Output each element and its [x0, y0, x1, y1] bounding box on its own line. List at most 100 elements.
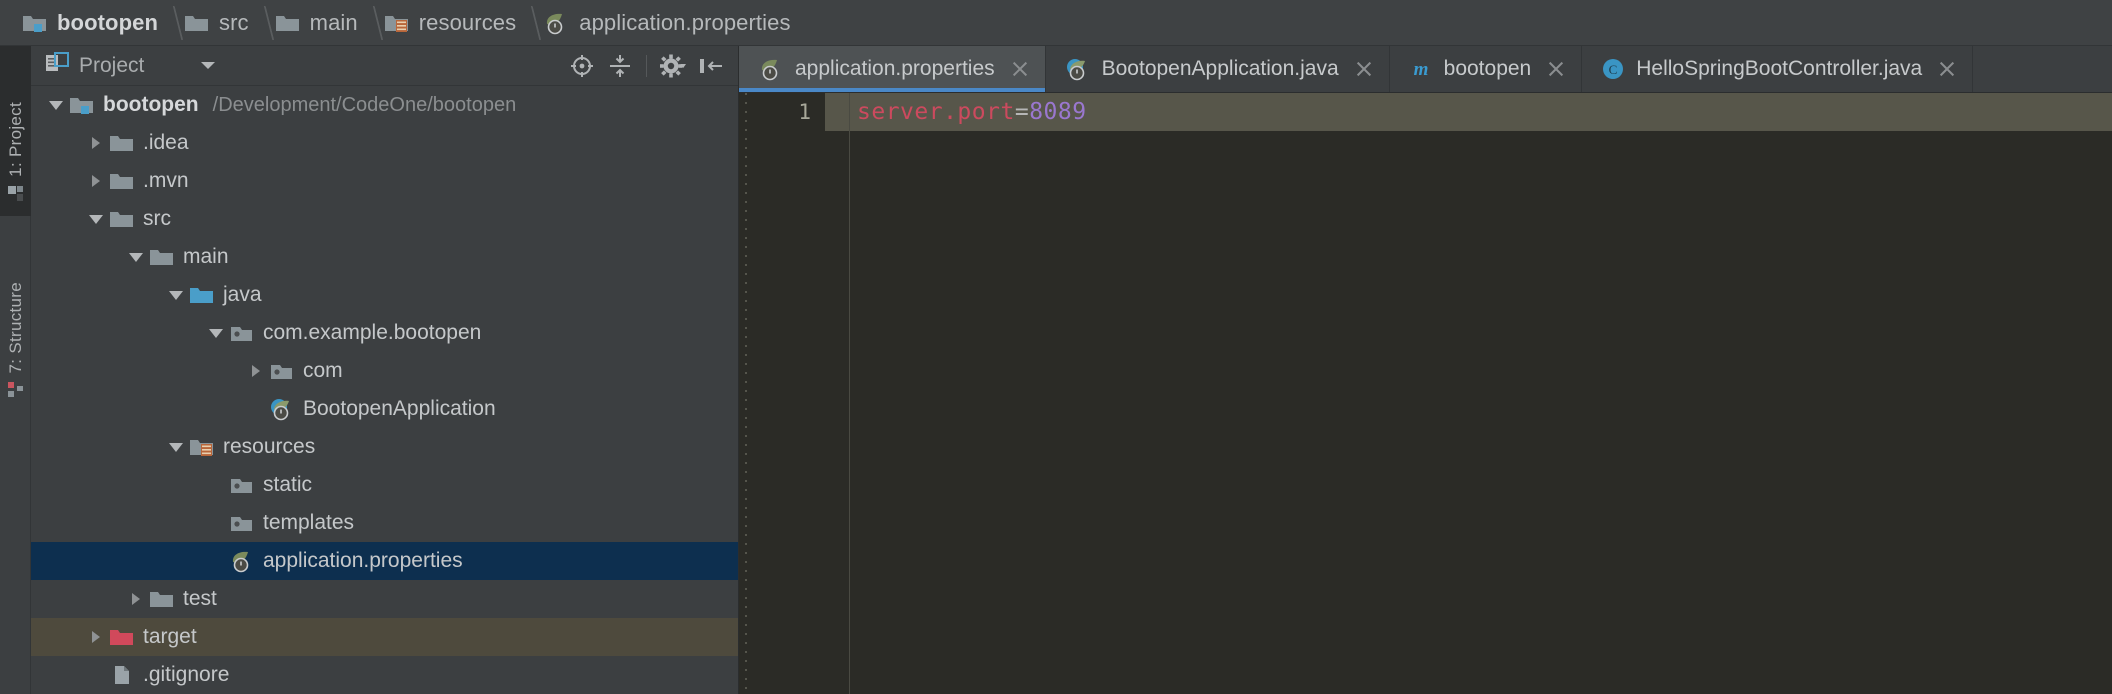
- tree-row[interactable]: application.properties: [31, 542, 738, 580]
- editor-tab[interactable]: BootopenApplication.java: [1046, 46, 1390, 92]
- project-tool-window: Project bootopen /Development/CodeOne/bo…: [31, 46, 739, 694]
- ide-window: bootopen src main resources application.…: [0, 0, 2112, 694]
- breadcrumb-label: application.properties: [579, 9, 791, 35]
- folder-icon: [109, 132, 135, 154]
- svg-text:m: m: [1413, 59, 1428, 80]
- tree-row[interactable]: bootopen/Development/CodeOne/bootopen: [31, 86, 738, 124]
- project-window-icon: [7, 185, 24, 207]
- tree-node-label: test: [183, 587, 217, 610]
- tree-arrow-placeholder: [85, 656, 107, 694]
- close-icon[interactable]: [1011, 60, 1029, 78]
- breadcrumb-item-project[interactable]: bootopen: [22, 0, 158, 46]
- tab-label: bootopen: [1443, 57, 1532, 80]
- tree-row[interactable]: target: [31, 618, 738, 656]
- tree-arrow-placeholder: [245, 390, 267, 428]
- hide-panel-icon[interactable]: [692, 49, 730, 83]
- editor-vertical-rule: [849, 93, 850, 694]
- expand-arrow-icon[interactable]: [245, 352, 267, 390]
- tree-node-label: .mvn: [143, 169, 189, 192]
- editor-tab[interactable]: application.properties: [739, 46, 1046, 92]
- settings-gear-icon[interactable]: [654, 49, 692, 83]
- package-icon: [229, 512, 255, 534]
- close-icon[interactable]: [1938, 60, 1956, 78]
- toolbar-divider: [646, 54, 647, 77]
- collapse-arrow-icon[interactable]: [165, 276, 187, 314]
- editor-area: application.properties BootopenApplicatio…: [739, 46, 2112, 694]
- project-view-selector[interactable]: Project: [45, 52, 216, 79]
- tab-file-icon: C: [1600, 57, 1626, 81]
- tree-node-label: bootopen: [103, 93, 199, 116]
- project-view-icon: [45, 52, 69, 79]
- code-editor[interactable]: 1 server.port = 8089: [739, 93, 2112, 694]
- tree-node-label: target: [143, 625, 197, 648]
- tree-node-icon: [227, 474, 257, 496]
- tree-node-label: static: [263, 473, 313, 496]
- tree-row[interactable]: static: [31, 466, 738, 504]
- tree-row[interactable]: BootopenApplication: [31, 390, 738, 428]
- tree-node-label: .gitignore: [143, 663, 230, 686]
- editor-tab[interactable]: C HelloSpringBootController.java: [1582, 46, 1974, 92]
- collapse-all-icon[interactable]: [601, 49, 639, 83]
- tree-node-icon: [107, 208, 137, 230]
- tree-row[interactable]: .mvn: [31, 162, 738, 200]
- expand-arrow-icon[interactable]: [85, 124, 107, 162]
- module-folder-icon: [22, 12, 48, 34]
- project-tree[interactable]: bootopen/Development/CodeOne/bootopen .id…: [31, 86, 738, 694]
- tree-row[interactable]: test: [31, 580, 738, 618]
- breadcrumb-label: resources: [418, 9, 517, 35]
- tree-row[interactable]: main: [31, 238, 738, 276]
- breadcrumb-item-main[interactable]: main: [275, 0, 358, 46]
- chevron-down-icon[interactable]: [200, 57, 216, 75]
- spring-class-icon: [1064, 57, 1092, 81]
- sidebar-item-structure[interactable]: 7: Structure: [0, 222, 31, 412]
- tree-node-label: com.example.bootopen: [263, 321, 482, 344]
- close-icon[interactable]: [1355, 60, 1373, 78]
- tree-node-icon: [227, 322, 257, 344]
- expand-arrow-icon[interactable]: [85, 618, 107, 656]
- breadcrumb-label: main: [309, 9, 358, 35]
- tree-node-label: BootopenApplication: [303, 397, 496, 420]
- breadcrumb-separator: [158, 0, 184, 46]
- tree-node-icon: [187, 436, 217, 458]
- breadcrumb-item-file[interactable]: application.properties: [542, 0, 790, 46]
- collapse-arrow-icon[interactable]: [125, 238, 147, 276]
- structure-window-icon: [7, 381, 24, 403]
- tree-node-label: src: [143, 207, 171, 230]
- tree-row[interactable]: resources: [31, 428, 738, 466]
- locate-icon[interactable]: [563, 49, 601, 83]
- breadcrumb-separator: [516, 0, 542, 46]
- editor-gutter[interactable]: [739, 93, 825, 694]
- tree-row[interactable]: templates: [31, 504, 738, 542]
- tree-row[interactable]: com.example.bootopen: [31, 314, 738, 352]
- breadcrumb-item-src[interactable]: src: [184, 0, 249, 46]
- tree-node-icon: [67, 94, 97, 116]
- tree-row[interactable]: com: [31, 352, 738, 390]
- tree-node-icon: [107, 170, 137, 192]
- editor-tab[interactable]: m bootopen: [1390, 46, 1583, 92]
- breadcrumb: bootopen src main resources application.…: [0, 0, 2112, 46]
- close-icon[interactable]: [1547, 60, 1565, 78]
- spring-properties-icon: [757, 57, 785, 81]
- breadcrumb-label: src: [219, 9, 249, 35]
- tab-label: application.properties: [795, 57, 995, 80]
- expand-arrow-icon[interactable]: [125, 580, 147, 618]
- tree-row[interactable]: src: [31, 200, 738, 238]
- tree-node-label: java: [223, 283, 262, 306]
- tree-node-label: com: [303, 359, 343, 382]
- collapse-arrow-icon[interactable]: [165, 428, 187, 466]
- code-line-1[interactable]: server.port = 8089: [857, 93, 1087, 131]
- expand-arrow-icon[interactable]: [85, 162, 107, 200]
- tree-row[interactable]: java: [31, 276, 738, 314]
- tree-row[interactable]: .idea: [31, 124, 738, 162]
- collapse-arrow-icon[interactable]: [205, 314, 227, 352]
- breadcrumb-item-resources[interactable]: resources: [384, 0, 517, 46]
- sidebar-item-project[interactable]: 1: Project: [0, 46, 31, 216]
- collapse-arrow-icon[interactable]: [85, 200, 107, 238]
- collapse-arrow-icon[interactable]: [45, 86, 67, 124]
- tree-row[interactable]: .gitignore: [31, 656, 738, 694]
- module-folder-icon: [69, 94, 95, 116]
- tree-node-label: .idea: [143, 131, 189, 154]
- spring-class-icon: [268, 397, 296, 421]
- breadcrumb-label: bootopen: [57, 9, 158, 35]
- tree-node-label: application.properties: [263, 549, 463, 572]
